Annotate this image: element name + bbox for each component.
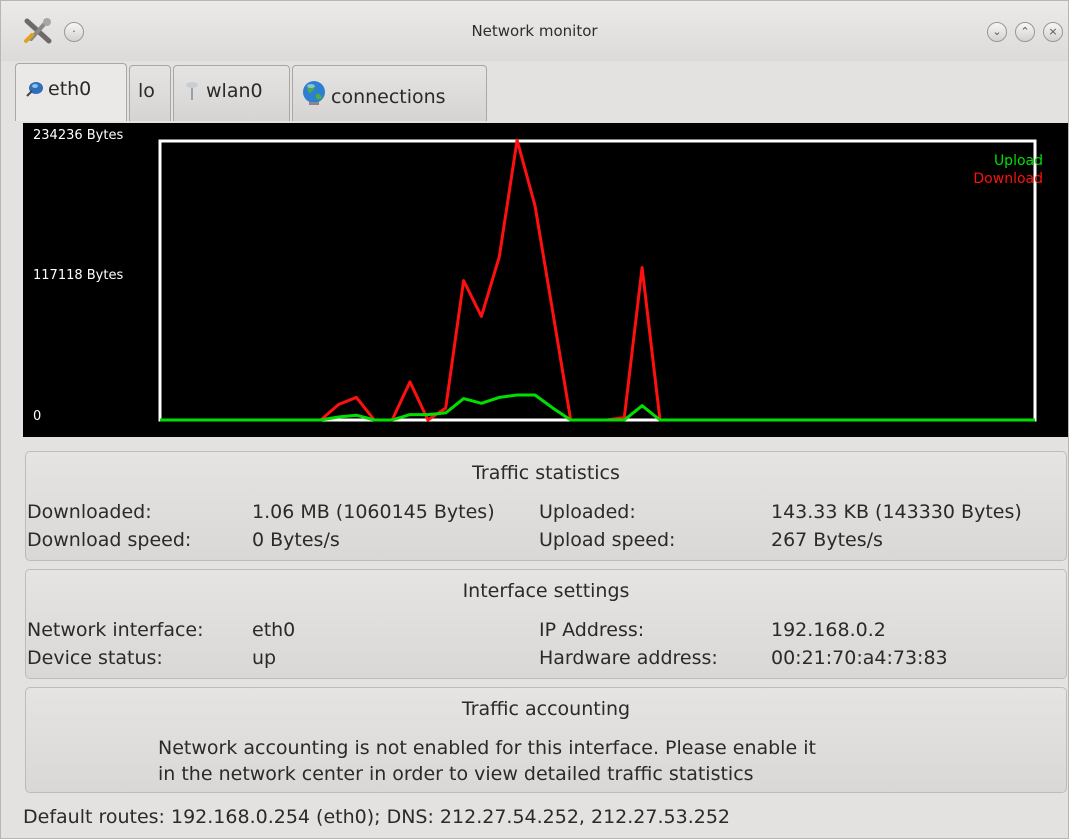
tab-eth0[interactable]: eth0 xyxy=(15,63,127,121)
tab-label: wlan0 xyxy=(206,80,263,102)
legend-upload: Upload xyxy=(993,153,1043,169)
y-tick-label-mid: 117118 Bytes xyxy=(33,268,124,283)
plot-frame xyxy=(158,139,1037,422)
maximize-button[interactable]: ⌃ xyxy=(1015,22,1035,42)
ip-address-value: 192.168.0.2 xyxy=(771,619,886,641)
uploaded-label: Uploaded: xyxy=(539,501,636,523)
tab-label: lo xyxy=(138,80,155,102)
device-status-value: up xyxy=(252,647,277,669)
traffic-accounting-title: Traffic accounting xyxy=(461,698,631,720)
download-speed-value: 0 Bytes/s xyxy=(252,529,340,551)
tab-label: connections xyxy=(331,86,446,108)
traffic-statistics-title: Traffic statistics xyxy=(472,462,620,484)
interface-settings-title: Interface settings xyxy=(462,580,630,602)
globe-icon xyxy=(303,81,325,105)
ip-address-label: IP Address: xyxy=(539,619,645,641)
traffic-chart xyxy=(158,138,1037,422)
window-title: Network monitor xyxy=(471,22,598,40)
device-status-label: Device status: xyxy=(27,647,163,669)
network-monitor-window: · Network monitor ⌄ ⌃ × eth0 lo wlan0 co… xyxy=(0,0,1069,839)
network-interface-value: eth0 xyxy=(252,619,296,641)
download-speed-label: Download speed: xyxy=(27,529,192,551)
tab-connections[interactable]: connections xyxy=(292,65,487,121)
hardware-address-value: 00:21:70:a4:73:83 xyxy=(771,647,948,669)
downloaded-value: 1.06 MB (1060145 Bytes) xyxy=(252,501,495,523)
hardware-address-label: Hardware address: xyxy=(539,647,718,669)
legend-download: Download xyxy=(973,171,1043,187)
y-tick-label-zero: 0 xyxy=(33,409,42,424)
accounting-message-line2: in the network center in order to view d… xyxy=(158,763,754,785)
upload-speed-label: Upload speed: xyxy=(539,529,676,551)
y-tick-label-max: 234236 Bytes xyxy=(33,128,124,143)
tab-lo[interactable]: lo xyxy=(129,65,171,121)
accounting-message-line1: Network accounting is not enabled for th… xyxy=(158,737,816,759)
default-routes-status: Default routes: 192.168.0.254 (eth0); DN… xyxy=(23,806,731,828)
tab-label: eth0 xyxy=(48,78,92,100)
downloaded-label: Downloaded: xyxy=(27,501,152,523)
wireless-antenna-icon xyxy=(186,82,198,100)
close-button[interactable]: × xyxy=(1043,22,1063,42)
tab-wlan0[interactable]: wlan0 xyxy=(173,65,290,121)
series-line-upload xyxy=(160,393,1035,422)
traffic-graph: 234236 Bytes 117118 Bytes 0 Upload Downl… xyxy=(23,123,1068,437)
title-bar[interactable]: · Network monitor ⌄ ⌃ × xyxy=(1,1,1068,61)
series-line-download xyxy=(160,138,1035,422)
minimize-button[interactable]: ⌄ xyxy=(987,22,1007,42)
uploaded-value: 143.33 KB (143330 Bytes) xyxy=(771,501,1022,523)
network-plug-icon xyxy=(26,82,43,97)
network-interface-label: Network interface: xyxy=(27,619,204,641)
upload-speed-value: 267 Bytes/s xyxy=(771,529,883,551)
